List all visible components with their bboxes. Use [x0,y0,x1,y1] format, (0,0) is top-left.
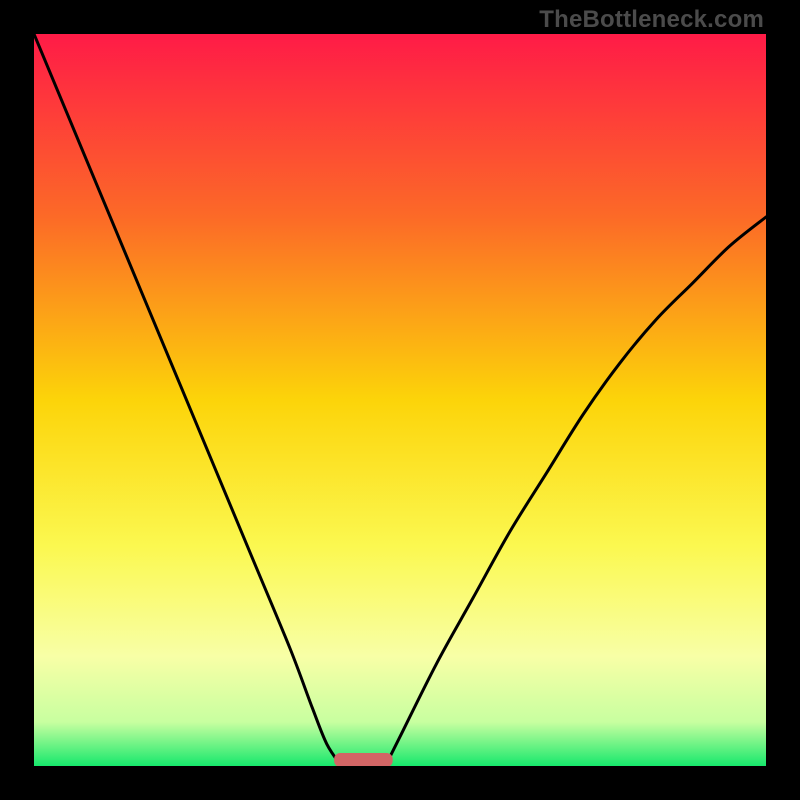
watermark-text: TheBottleneck.com [539,6,764,34]
chart-svg [34,34,766,766]
chart-frame: TheBottleneck.com [0,0,800,800]
floor-marker [334,753,393,766]
plot-area [34,34,766,766]
gradient-background [34,34,766,766]
